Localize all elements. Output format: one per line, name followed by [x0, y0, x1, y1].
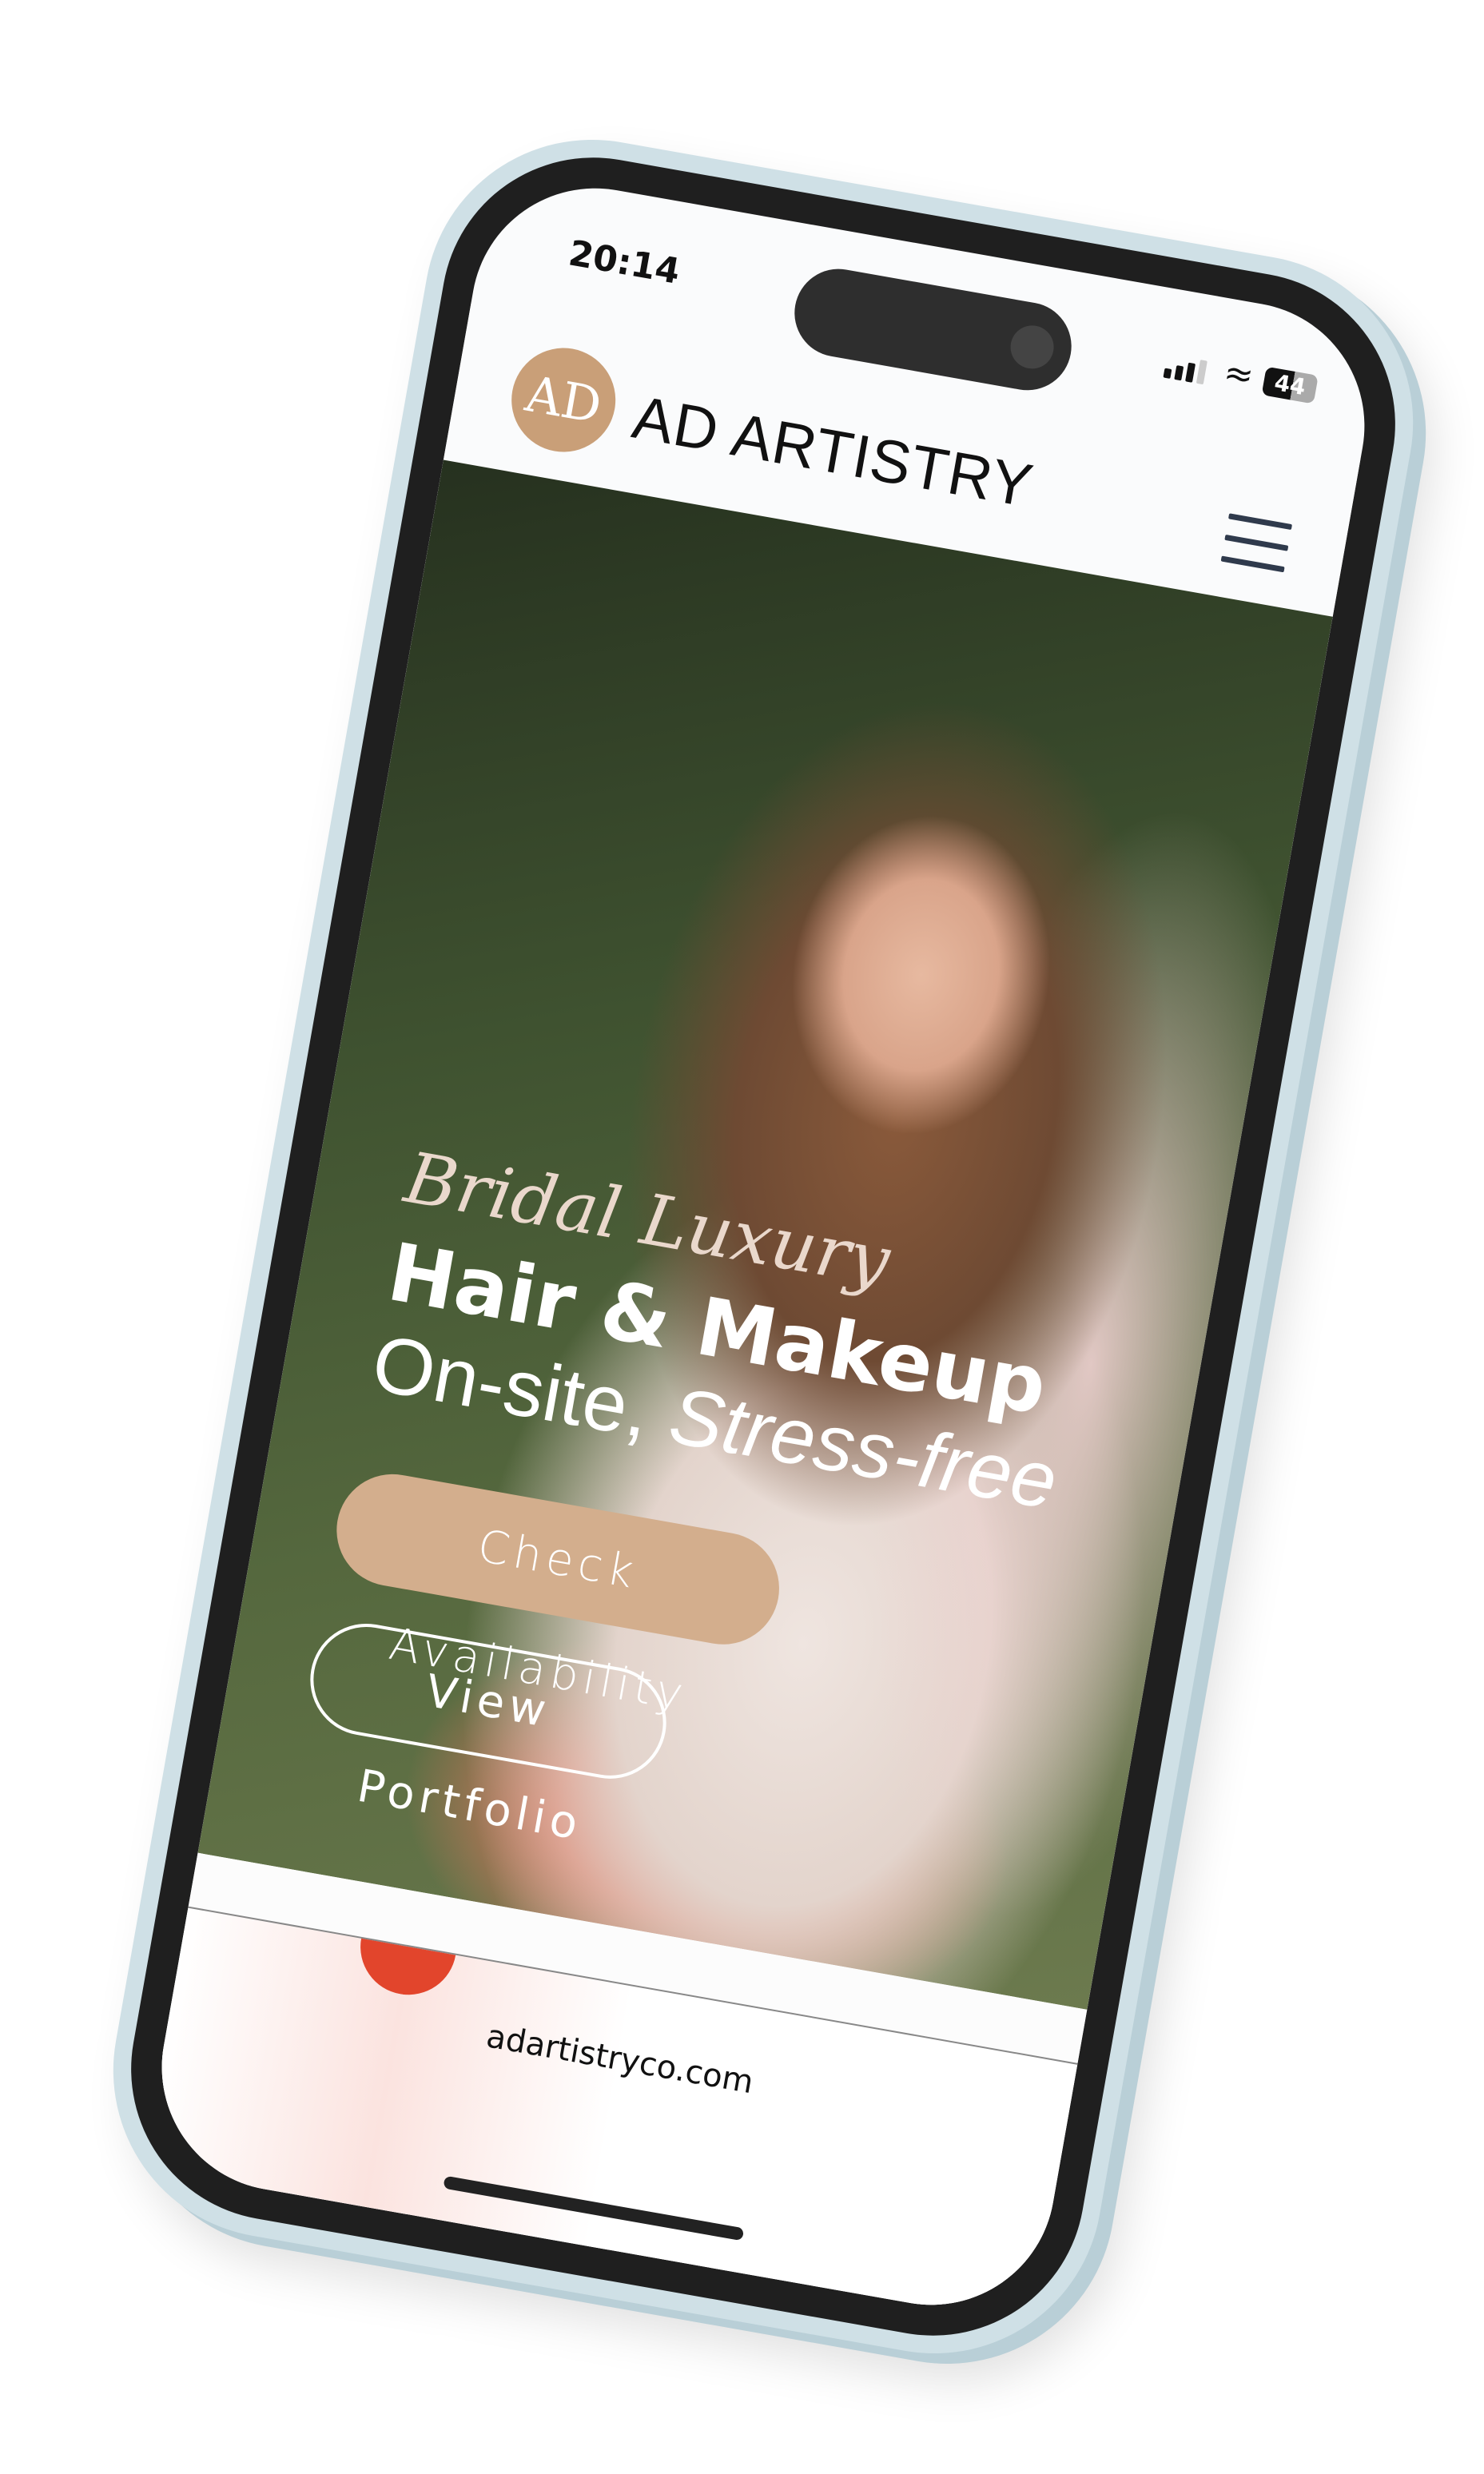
phone-bezel: 20:14 ≈ 44 AD AD ARTISTRY Bridal Luxury … — [107, 133, 1419, 2360]
hamburger-menu-icon[interactable] — [1218, 513, 1292, 588]
phone-mockup: 20:14 ≈ 44 AD AD ARTISTRY Bridal Luxury … — [86, 113, 1440, 2381]
battery-icon: 44 — [1261, 366, 1319, 404]
url-text[interactable]: adartistryco.com — [172, 1963, 1068, 2157]
home-indicator[interactable] — [443, 2175, 745, 2241]
camera-icon — [1007, 322, 1057, 372]
status-time: 20:14 — [565, 233, 683, 292]
phone-screen: 20:14 ≈ 44 AD AD ARTISTRY Bridal Luxury … — [142, 169, 1384, 2325]
check-availability-button[interactable]: Check Availability — [328, 1465, 789, 1721]
wifi-icon: ≈ — [1220, 351, 1257, 397]
signal-icon — [1163, 354, 1207, 385]
hero-section: Bridal Luxury Hair & Makeup On-site, Str… — [197, 459, 1333, 2010]
floating-chat-button[interactable] — [353, 1891, 464, 2003]
brand-logo[interactable]: AD — [503, 340, 624, 460]
hero-text: Bridal Luxury Hair & Makeup On-site, Str… — [365, 1136, 1096, 1528]
brand-name[interactable]: AD ARTISTRY — [627, 383, 1038, 522]
